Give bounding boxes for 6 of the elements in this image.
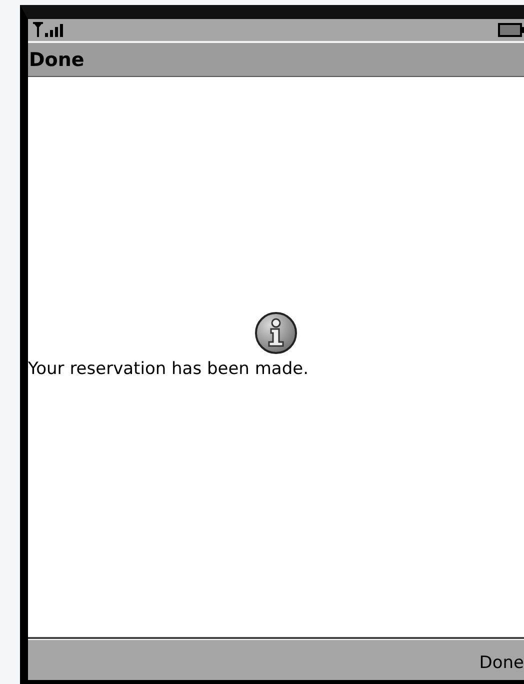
signal-icon bbox=[32, 22, 66, 38]
info-icon bbox=[254, 311, 298, 355]
done-softkey[interactable]: Done bbox=[479, 653, 524, 673]
battery-icon bbox=[498, 23, 524, 37]
screen-title: Done bbox=[29, 48, 84, 70]
alert-message: Your reservation has been made. bbox=[28, 359, 308, 379]
